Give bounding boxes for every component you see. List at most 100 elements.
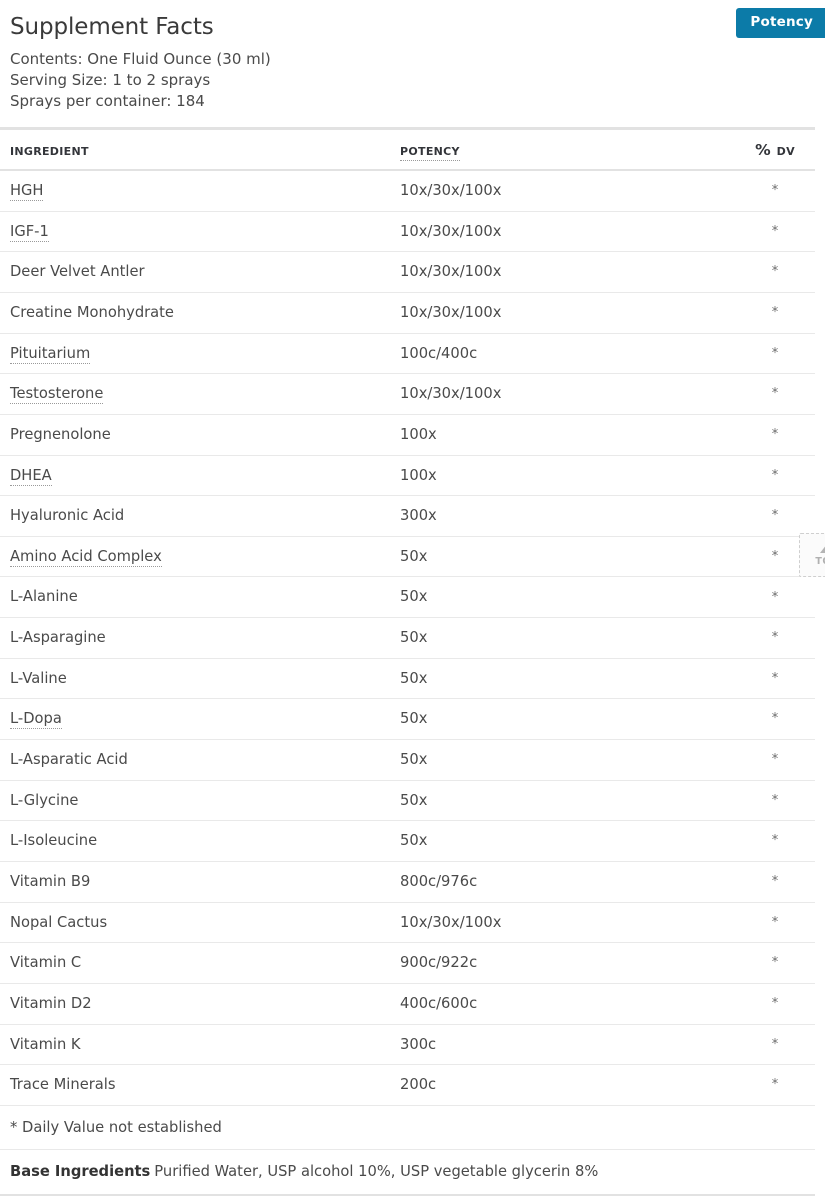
table-row: Nopal Cactus 10x/30x/100x * bbox=[0, 902, 815, 944]
cell-daily-value: * bbox=[735, 414, 815, 456]
cell-ingredient: L-Isoleucine bbox=[0, 820, 390, 862]
cell-ingredient: L-Alanine bbox=[0, 576, 390, 619]
cell-ingredient: Pregnenolone bbox=[0, 414, 390, 456]
cell-daily-value: * bbox=[735, 1024, 815, 1066]
table-row: L-Valine 50x * bbox=[0, 658, 815, 700]
cell-potency: 100c/400c bbox=[390, 333, 735, 375]
base-ingredients-value: Purified Water, USP alcohol 10%, USP veg… bbox=[154, 1162, 599, 1180]
table-row: Testosterone 10x/30x/100x * bbox=[0, 373, 815, 415]
table-row: Hyaluronic Acid 300x * bbox=[0, 495, 815, 537]
cell-daily-value: * bbox=[735, 861, 815, 903]
cell-daily-value: * bbox=[735, 983, 815, 1025]
ingredient-name[interactable]: Pituitarium bbox=[10, 344, 91, 364]
cell-ingredient: IGF-1 bbox=[0, 211, 390, 253]
sprays-per-container-line: Sprays per container: 184 bbox=[10, 91, 205, 110]
cell-daily-value: * bbox=[735, 495, 815, 537]
arrow-up-icon bbox=[820, 543, 825, 553]
cell-potency: 50x bbox=[390, 780, 735, 822]
cell-ingredient: Amino Acid Complex bbox=[0, 536, 390, 578]
cell-potency: 10x/30x/100x bbox=[390, 902, 735, 944]
cell-ingredient: Deer Velvet Antler bbox=[0, 251, 390, 293]
table-row: Creatine Monohydrate 10x/30x/100x * bbox=[0, 292, 815, 334]
cell-daily-value: * bbox=[735, 333, 815, 375]
cell-potency: 300c bbox=[390, 1024, 735, 1066]
ingredient-name[interactable]: DHEA bbox=[10, 466, 52, 486]
base-ingredients-label: Base Ingredients bbox=[10, 1162, 151, 1180]
cell-potency: 900c/922c bbox=[390, 942, 735, 984]
base-ingredients-row: Base Ingredients Purified Water, USP alco… bbox=[0, 1149, 815, 1196]
page-title: Supplement Facts bbox=[10, 14, 214, 40]
cell-potency: 100x bbox=[390, 455, 735, 497]
table-header: Ingredient Potency % DV bbox=[0, 127, 815, 172]
ingredient-name[interactable]: IGF-1 bbox=[10, 222, 49, 242]
table-body: HGH 10x/30x/100x * IGF-1 10x/30x/100x * Deer V… bbox=[0, 170, 815, 1106]
table-row: L-Dopa 50x * bbox=[0, 698, 815, 741]
cell-daily-value: * bbox=[735, 373, 815, 415]
cell-ingredient: L-Asparagine bbox=[0, 617, 390, 659]
cell-daily-value: * bbox=[735, 658, 815, 700]
ingredient-name[interactable]: Testosterone bbox=[10, 385, 104, 405]
cell-potency: 50x bbox=[390, 698, 735, 741]
back-to-top-button[interactable]: TOP bbox=[799, 533, 825, 577]
cell-ingredient: L-Asparatic Acid bbox=[0, 739, 390, 781]
base-ingredients-cell: Base Ingredients Purified Water, USP alco… bbox=[0, 1149, 815, 1196]
ingredient-name: Vitamin C bbox=[10, 954, 82, 972]
cell-daily-value: * bbox=[735, 942, 815, 984]
table-header-row: Ingredient Potency % DV bbox=[0, 127, 815, 172]
ingredient-name: Vitamin K bbox=[10, 1035, 81, 1053]
cell-potency: 400c/600c bbox=[390, 983, 735, 1025]
cell-daily-value: * bbox=[735, 576, 815, 619]
table-row: L-Asparatic Acid 50x * bbox=[0, 739, 815, 781]
ingredient-name: Hyaluronic Acid bbox=[10, 507, 125, 525]
cell-potency: 50x bbox=[390, 617, 735, 659]
cell-ingredient: Vitamin D2 bbox=[0, 983, 390, 1025]
cell-potency: 50x bbox=[390, 739, 735, 781]
cell-daily-value: * bbox=[735, 739, 815, 781]
table-row: Deer Velvet Antler 10x/30x/100x * bbox=[0, 251, 815, 293]
potency-badge[interactable]: Potency bbox=[736, 8, 825, 38]
ingredient-name: L-Asparagine bbox=[10, 629, 106, 647]
ingredient-name[interactable]: Amino Acid Complex bbox=[10, 547, 162, 567]
cell-ingredient: Testosterone bbox=[0, 373, 390, 415]
cell-ingredient: DHEA bbox=[0, 455, 390, 497]
ingredient-name: L-Glycine bbox=[10, 791, 79, 809]
column-header-potency-label[interactable]: Potency bbox=[400, 141, 460, 162]
cell-daily-value: * bbox=[735, 780, 815, 822]
ingredient-name: Vitamin D2 bbox=[10, 994, 92, 1012]
ingredient-name: Nopal Cactus bbox=[10, 913, 108, 931]
table-row: Pituitarium 100c/400c * bbox=[0, 333, 815, 375]
cell-potency: 10x/30x/100x bbox=[390, 292, 735, 334]
ingredient-name[interactable]: HGH bbox=[10, 182, 44, 202]
contents-line: Contents: One Fluid Ounce (30 ml) bbox=[10, 50, 271, 69]
ingredient-name: L-Valine bbox=[10, 669, 67, 687]
cell-potency: 10x/30x/100x bbox=[390, 251, 735, 293]
cell-daily-value: * bbox=[735, 455, 815, 497]
cell-potency: 300x bbox=[390, 495, 735, 537]
ingredient-name[interactable]: L-Dopa bbox=[10, 710, 62, 730]
serving-size-line: Serving Size: 1 to 2 sprays bbox=[10, 70, 211, 89]
cell-potency: 50x bbox=[390, 820, 735, 862]
cell-ingredient: Pituitarium bbox=[0, 333, 390, 375]
ingredient-name: Vitamin B9 bbox=[10, 872, 91, 890]
table-row: L-Asparagine 50x * bbox=[0, 617, 815, 659]
table-row: L-Isoleucine 50x * bbox=[0, 820, 815, 862]
cell-potency: 800c/976c bbox=[390, 861, 735, 903]
column-header-potency: Potency bbox=[390, 127, 735, 172]
supplement-facts-table: Ingredient Potency % DV HGH 10x/30x/100x *… bbox=[0, 127, 815, 1196]
cell-daily-value: * bbox=[735, 170, 815, 212]
table-row: Vitamin B9 800c/976c * bbox=[0, 861, 815, 903]
cell-ingredient: Vitamin B9 bbox=[0, 861, 390, 903]
cell-ingredient: Trace Minerals bbox=[0, 1064, 390, 1106]
column-header-ingredient: Ingredient bbox=[0, 127, 390, 172]
ingredient-name: Deer Velvet Antler bbox=[10, 263, 145, 281]
table-row: Vitamin D2 400c/600c * bbox=[0, 983, 815, 1025]
table-row: Pregnenolone 100x * bbox=[0, 414, 815, 456]
cell-daily-value: * bbox=[735, 698, 815, 741]
cell-ingredient: Vitamin C bbox=[0, 942, 390, 984]
cell-potency: 200c bbox=[390, 1064, 735, 1106]
ingredient-name: L-Alanine bbox=[10, 588, 78, 606]
back-to-top-label: TOP bbox=[815, 555, 825, 567]
table-row: DHEA 100x * bbox=[0, 455, 815, 497]
column-header-ingredient-label: Ingredient bbox=[10, 141, 89, 160]
cell-potency: 50x bbox=[390, 576, 735, 619]
